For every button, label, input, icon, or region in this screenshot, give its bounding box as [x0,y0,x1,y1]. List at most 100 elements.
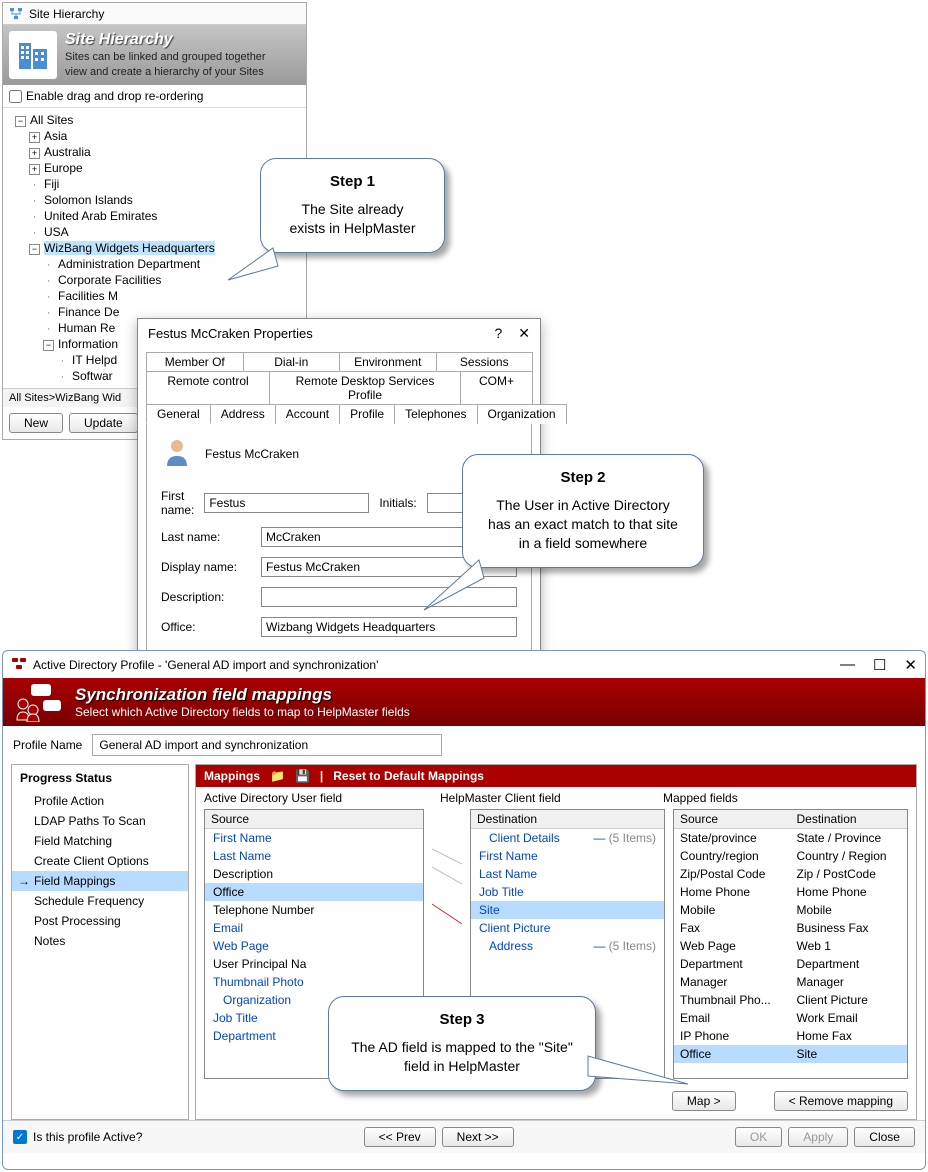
list-item[interactable]: Last Name [471,865,664,883]
firstname-label: First name: [161,489,194,517]
tab-organization[interactable]: Organization [477,404,567,424]
header-banner: Site Hierarchy Sites can be linked and g… [3,25,306,85]
mapped-fields-table[interactable]: Source Destination State/provinceState /… [673,809,908,1079]
tab-telephones[interactable]: Telephones [394,404,477,424]
expander-icon[interactable]: − [43,340,54,351]
list-item[interactable]: Email [205,919,423,937]
ok-button[interactable]: OK [735,1127,782,1147]
table-row-selected: OfficeSite [674,1045,907,1063]
new-button[interactable]: New [9,413,63,433]
dialog-titlebar[interactable]: Festus McCraken Properties ? ✕ [138,319,540,348]
sidebar-item-ldap[interactable]: LDAP Paths To Scan [12,811,188,831]
sync-titlebar[interactable]: Active Directory Profile - 'General AD i… [3,651,925,678]
tab-dialin[interactable]: Dial-in [243,352,341,371]
next-button[interactable]: Next >> [442,1127,514,1147]
expander-icon[interactable]: + [29,132,40,143]
tree-node[interactable]: Human Re [58,321,115,335]
sidebar-item-create-client[interactable]: Create Client Options [12,851,188,871]
sidebar-item-profile-action[interactable]: Profile Action [12,791,188,811]
reorder-checkbox[interactable] [9,90,22,103]
remove-mapping-button[interactable]: < Remove mapping [774,1091,908,1111]
list-item[interactable]: Thumbnail Photo [205,973,423,991]
tree-node[interactable]: Australia [44,145,91,159]
tab-com[interactable]: COM+ [460,371,533,404]
folder-icon[interactable]: 📁 [270,769,285,783]
expander-icon[interactable]: − [29,244,40,255]
list-item[interactable]: Web Page [205,937,423,955]
tree-node[interactable]: USA [44,225,69,239]
apply-button[interactable]: Apply [788,1127,848,1147]
tree-node[interactable]: Information [58,337,118,351]
sidebar-item-post[interactable]: Post Processing [12,911,188,931]
list-item[interactable]: Client Picture [471,919,664,937]
tab-environment[interactable]: Environment [339,352,437,371]
tab-memberof[interactable]: Member Of [146,352,244,371]
table-row: State/provinceState / Province [674,829,907,847]
table-row: IP PhoneHome Fax [674,1027,907,1045]
titlebar[interactable]: Site Hierarchy [3,3,306,25]
list-item[interactable]: Description [205,865,423,883]
tree-node[interactable]: Facilities M [58,289,118,303]
expander-icon[interactable]: − [15,116,26,127]
tree-node[interactable]: Fiji [44,177,59,191]
group-label[interactable]: Organization [223,993,291,1007]
list-item[interactable]: Last Name [205,847,423,865]
list-item[interactable]: First Name [205,829,423,847]
maximize-icon[interactable]: ☐ [873,656,886,674]
update-button[interactable]: Update [69,413,138,433]
tab-rds[interactable]: Remote Desktop Services Profile [269,371,461,404]
active-checkbox[interactable]: ✓ [13,1130,27,1144]
sync-header-banner: Synchronization field mappings Select wh… [3,678,925,726]
tree-node[interactable]: United Arab Emirates [44,209,157,223]
sidebar-item-field-matching[interactable]: Field Matching [12,831,188,851]
minimize-icon[interactable]: — [840,656,855,674]
sync-footer: ✓ Is this profile Active? << Prev Next >… [3,1120,925,1153]
tree-node[interactable]: Europe [44,161,83,175]
group-label[interactable]: Address [489,939,533,953]
expander-icon[interactable]: + [29,148,40,159]
tab-profile[interactable]: Profile [339,404,395,424]
tab-sessions[interactable]: Sessions [436,352,534,371]
tree-node-selected[interactable]: WizBang Widgets Headquarters [44,241,215,255]
expander-icon[interactable]: + [29,164,40,175]
tab-account[interactable]: Account [275,404,340,424]
tree-root[interactable]: All Sites [30,113,73,127]
sidebar-item-notes[interactable]: Notes [12,931,188,951]
close-icon[interactable]: ✕ [904,656,917,674]
list-item[interactable]: Telephone Number [205,901,423,919]
desc-label: Description: [161,590,251,604]
list-item-selected[interactable]: Site [471,901,664,919]
firstname-field[interactable] [204,493,369,513]
mapped-src-header: Source [674,810,791,828]
save-icon[interactable]: 💾 [295,769,310,783]
office-field[interactable] [261,617,517,637]
list-item[interactable]: First Name [471,847,664,865]
map-button[interactable]: Map > [672,1091,736,1111]
profile-name-field[interactable] [92,734,442,756]
group-label[interactable]: Client Details [489,831,560,845]
tab-general[interactable]: General [146,404,211,424]
tree-node[interactable]: IT Helpd [72,353,117,367]
close-icon[interactable]: ✕ [518,325,530,342]
sidebar-item-schedule[interactable]: Schedule Frequency [12,891,188,911]
tree-node[interactable]: Corporate Facilities [58,273,161,287]
tree-node[interactable]: Administration Department [58,257,200,271]
tab-remote[interactable]: Remote control [146,371,270,404]
tree-node[interactable]: Solomon Islands [44,193,133,207]
tree-node[interactable]: Asia [44,129,67,143]
tab-address[interactable]: Address [210,404,276,424]
prev-button[interactable]: << Prev [364,1127,436,1147]
callout-step2: Step 2 The User in Active Directory has … [462,454,704,568]
list-item-selected[interactable]: Office [205,883,423,901]
table-row: EmailWork Email [674,1009,907,1027]
tree-node[interactable]: Finance De [58,305,119,319]
list-item[interactable]: User Principal Na [205,955,423,973]
list-item[interactable]: Job Title [471,883,664,901]
reorder-checkbox-row[interactable]: Enable drag and drop re-ordering [3,85,306,108]
sidebar-item-field-mappings[interactable]: Field Mappings [12,871,188,891]
close-button[interactable]: Close [854,1127,915,1147]
help-icon[interactable]: ? [494,325,502,342]
reset-link[interactable]: Reset to Default Mappings [333,769,484,783]
tree-node[interactable]: Softwar [72,369,113,383]
sync-title: Active Directory Profile - 'General AD i… [33,658,378,672]
